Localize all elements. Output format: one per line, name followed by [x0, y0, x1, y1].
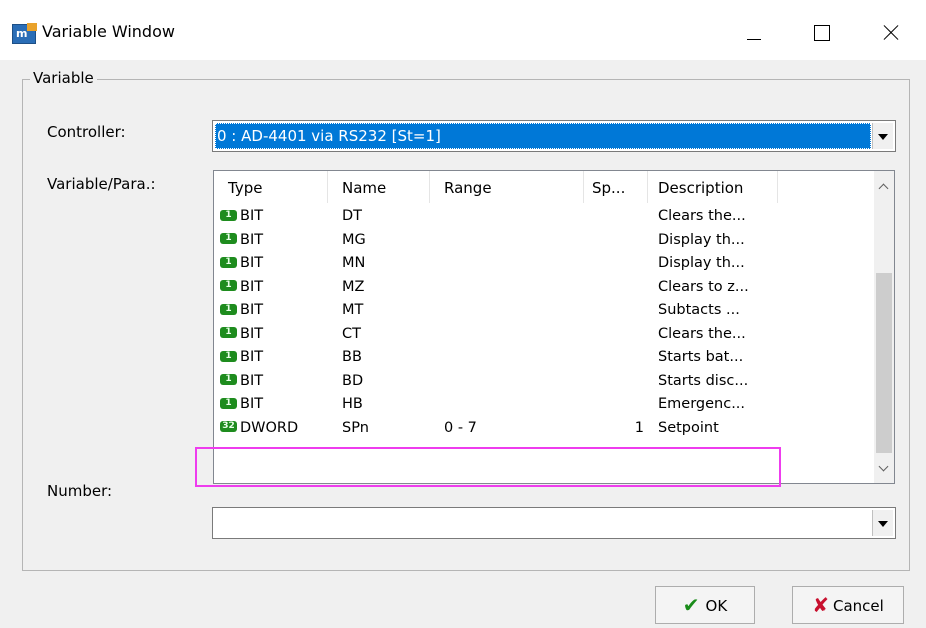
table-row[interactable]: 1 BIT MG Display th...: [214, 229, 874, 253]
variable-list[interactable]: Type Name Range Sp... Description 1 BIT DT…: [213, 170, 895, 484]
cell-type: 1 BIT: [220, 205, 263, 228]
cell-name: MZ: [342, 278, 365, 295]
type-badge-icon: 1: [220, 280, 237, 291]
type-label: BIT: [240, 349, 264, 365]
scroll-up-icon[interactable]: [874, 177, 894, 197]
cell-name: HB: [342, 396, 363, 412]
minimize-button[interactable]: [730, 14, 776, 50]
column-header-type[interactable]: Type: [214, 171, 328, 203]
scroll-down-icon[interactable]: [874, 459, 894, 479]
group-label: Variable: [30, 69, 97, 87]
cell-description: Starts bat...: [658, 349, 744, 365]
number-label: Number:: [47, 482, 113, 500]
type-badge-icon: 1: [220, 327, 237, 338]
app-icon: m: [12, 23, 37, 44]
table-row[interactable]: 1 BIT BD Starts disc...: [214, 370, 874, 394]
dropdown-arrow-icon[interactable]: [872, 123, 893, 149]
cell-name: MT: [342, 302, 364, 318]
table-row[interactable]: 1 BIT HB Emergenc...: [214, 393, 874, 417]
vertical-scrollbar[interactable]: [874, 171, 894, 483]
type-label: BIT: [240, 208, 264, 224]
table-row[interactable]: 1 BIT BB Starts bat...: [214, 346, 874, 370]
table-row[interactable]: 1 BIT MN Display th...: [214, 252, 874, 276]
type-badge-icon: 1: [220, 256, 237, 268]
cell-description: Clears the...: [658, 325, 746, 342]
column-header-range[interactable]: Range: [430, 171, 584, 203]
cell-description: Emergenc...: [658, 396, 746, 412]
column-header-name[interactable]: Name: [328, 171, 430, 203]
type-badge-icon: 1: [220, 374, 237, 385]
table-row[interactable]: 32 DWORD SPn 0 - 7 1 Setpoint: [214, 417, 874, 441]
cell-type: 32 DWORD: [220, 417, 298, 440]
type-badge-icon: 1: [220, 303, 237, 315]
column-header-empty: [778, 171, 874, 203]
cell-type: 1 BIT: [220, 370, 263, 393]
x-icon: ✘: [812, 593, 829, 617]
cell-type: 1 BIT: [220, 276, 263, 299]
cell-type: 1 BIT: [220, 299, 263, 322]
table-row[interactable]: 1 BIT MT Subtacts ...: [214, 299, 874, 323]
number-dropdown[interactable]: [212, 507, 896, 539]
cell-size: 1: [634, 419, 644, 436]
cell-description: Display th...: [658, 231, 745, 248]
list-header: Type Name Range Sp... Description: [214, 171, 874, 203]
cell-description: Setpoint: [658, 419, 719, 436]
type-label: BIT: [240, 302, 264, 318]
list-rows: 1 BIT DT Clears the... 1 BIT MG Display th... 1 B…: [214, 205, 874, 440]
column-header-size[interactable]: Sp...: [584, 171, 648, 203]
cell-name: DT: [342, 208, 363, 224]
ok-button[interactable]: ✔ OK: [655, 586, 755, 624]
cell-type: 1 BIT: [220, 393, 263, 416]
controller-label: Controller:: [47, 123, 126, 141]
cell-name: MG: [342, 231, 366, 248]
type-label: BIT: [240, 372, 264, 389]
type-label: DWORD: [240, 419, 299, 436]
variable-label: Variable/Para.:: [47, 175, 156, 193]
window-title: Variable Window: [42, 22, 175, 41]
cell-description: Display th...: [658, 255, 745, 271]
cell-range: 0 - 7: [444, 419, 477, 436]
cell-name: MN: [342, 255, 366, 271]
checkmark-icon: ✔: [682, 593, 700, 617]
controller-dropdown[interactable]: 0 : AD-4401 via RS232 [St=1]: [212, 120, 896, 152]
cell-name: CT: [342, 325, 361, 342]
cell-name: BB: [342, 349, 362, 365]
cell-name: BD: [342, 372, 364, 389]
type-label: BIT: [240, 231, 264, 248]
cancel-label: Cancel: [832, 597, 884, 615]
cell-type: 1 BIT: [220, 323, 263, 346]
cancel-button[interactable]: ✘ Cancel: [792, 586, 904, 624]
maximize-button[interactable]: [800, 14, 846, 50]
close-button[interactable]: [870, 14, 916, 50]
cell-type: 1 BIT: [220, 229, 263, 252]
cell-type: 1 BIT: [220, 346, 263, 369]
cell-name: SPn: [342, 419, 369, 436]
table-row[interactable]: 1 BIT MZ Clears to z...: [214, 276, 874, 300]
type-badge-icon: 32: [220, 421, 237, 432]
type-label: BIT: [240, 396, 264, 412]
table-row[interactable]: 1 BIT CT Clears the...: [214, 323, 874, 347]
table-row[interactable]: 1 BIT DT Clears the...: [214, 205, 874, 229]
column-header-description[interactable]: Description: [648, 171, 778, 203]
title-bar: m Variable Window: [0, 0, 926, 60]
ok-label: OK: [705, 597, 728, 615]
cell-description: Subtacts ...: [658, 302, 740, 318]
scroll-thumb[interactable]: [876, 273, 892, 453]
type-badge-icon: 1: [220, 350, 237, 362]
type-badge-icon: 1: [220, 397, 237, 409]
type-label: BIT: [240, 278, 264, 295]
cell-description: Starts disc...: [658, 372, 749, 389]
type-badge-icon: 1: [220, 233, 237, 244]
type-label: BIT: [240, 325, 264, 342]
controller-value: 0 : AD-4401 via RS232 [St=1]: [215, 123, 871, 149]
type-label: BIT: [240, 255, 264, 271]
dropdown-arrow-icon[interactable]: [872, 510, 893, 536]
cell-description: Clears the...: [658, 208, 746, 224]
type-badge-icon: 1: [220, 209, 237, 221]
cell-type: 1 BIT: [220, 252, 263, 275]
cell-description: Clears to z...: [658, 278, 749, 295]
